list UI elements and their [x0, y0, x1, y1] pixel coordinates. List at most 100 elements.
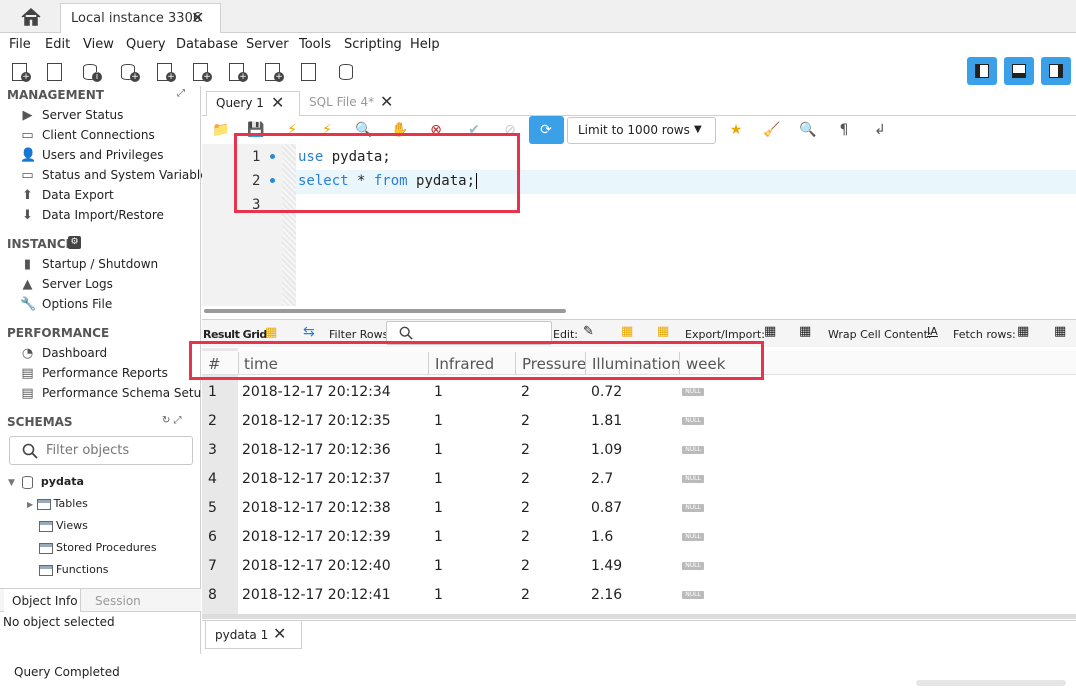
null-badge[interactable]: NULL	[682, 446, 704, 454]
refresh-icon[interactable]: ⇆	[303, 324, 315, 340]
chevron-down-icon: ▼	[694, 124, 702, 135]
create-table-icon[interactable]: +	[154, 61, 176, 83]
power-icon: ▮	[23, 257, 32, 272]
export-import-label: Export/Import:	[685, 328, 765, 341]
menu-bar: File Edit View Query Database Server Too…	[0, 34, 1076, 56]
expand-arrow-icon[interactable]: ▼	[8, 478, 15, 488]
connection-tab[interactable]: Local instance 3306 ✕	[60, 3, 221, 33]
result-tabs: pydata 1 ✕	[202, 620, 1076, 653]
result-grid-label: Result Grid	[203, 328, 267, 341]
menu-scripting[interactable]: Scripting	[344, 37, 402, 52]
monitor-icon: ▭	[21, 168, 34, 183]
reconnect-icon[interactable]	[336, 61, 358, 83]
word-wrap-icon[interactable]: ↲	[870, 120, 890, 140]
tab-object-info[interactable]: Object Info	[4, 589, 81, 612]
annotation-box	[234, 133, 520, 213]
null-badge[interactable]: NULL	[682, 475, 704, 483]
null-badge[interactable]: NULL	[682, 533, 704, 541]
edit-row-icon[interactable]: ✎	[583, 324, 594, 339]
schema-filter[interactable]	[9, 436, 193, 465]
menu-query[interactable]: Query	[126, 37, 166, 52]
filter-rows-label: Filter Rows:	[329, 328, 393, 341]
menu-help[interactable]: Help	[410, 37, 440, 52]
tree-functions[interactable]: Functions	[39, 563, 109, 576]
status-text: Query Completed	[14, 665, 120, 679]
section-instance: INSTANCE	[7, 237, 74, 251]
play-icon: ▶	[22, 108, 33, 123]
toggle-sidebar-button[interactable]	[967, 57, 997, 85]
new-sql-tab-icon[interactable]: +	[9, 61, 31, 83]
fetch-next-icon[interactable]: ▦	[1017, 324, 1029, 339]
connection-tab-label: Local instance 3306	[71, 11, 202, 26]
create-function-icon[interactable]: +	[262, 61, 284, 83]
find-icon[interactable]: 🔍	[798, 120, 818, 140]
tree-stored-procedures[interactable]: Stored Procedures	[39, 541, 157, 554]
table-icon	[39, 542, 53, 554]
search-table-data-icon[interactable]	[298, 61, 320, 83]
tab-session[interactable]: Session	[95, 594, 141, 608]
collapse-arrow-icon[interactable]: ▶	[27, 500, 33, 509]
grid-hscrollbar[interactable]	[202, 614, 1076, 619]
fetch-all-icon[interactable]: ▦	[1054, 324, 1066, 339]
create-procedure-icon[interactable]: +	[226, 61, 248, 83]
report-icon: ▤	[21, 366, 34, 381]
null-badge[interactable]: NULL	[682, 591, 704, 599]
schema-filter-input[interactable]	[46, 443, 186, 458]
null-badge[interactable]: NULL	[682, 417, 704, 425]
create-schema-icon[interactable]: +	[118, 61, 140, 83]
close-icon[interactable]: ✕	[380, 94, 393, 110]
create-view-icon[interactable]: +	[190, 61, 212, 83]
object-info-text: No object selected	[3, 615, 115, 629]
info-tabs: Object Info Session	[0, 588, 201, 612]
inspector-icon[interactable]: i	[80, 61, 102, 83]
report-icon: ▤	[21, 386, 34, 401]
invisible-chars-icon[interactable]: ¶	[834, 120, 854, 140]
editor-scrollbar[interactable]	[204, 309, 566, 313]
close-icon[interactable]: ✕	[271, 95, 284, 111]
search-icon	[399, 326, 413, 340]
export-icon[interactable]: ▦	[764, 324, 776, 339]
table-icon	[36, 498, 51, 510]
status-progress-track	[916, 680, 1066, 686]
menu-view[interactable]: View	[83, 37, 114, 52]
menu-database[interactable]: Database	[176, 37, 238, 52]
tree-views[interactable]: Views	[39, 519, 88, 532]
menu-edit[interactable]: Edit	[45, 37, 70, 52]
grid-icon[interactable]: ▦	[265, 325, 277, 340]
tab-sql-file-4[interactable]: SQL File 4* ✕	[302, 91, 402, 116]
close-icon[interactable]: ✕	[273, 626, 286, 642]
tab-result-pydata-1[interactable]: pydata 1 ✕	[205, 621, 302, 649]
instance-settings-icon[interactable]: ⚙	[68, 236, 81, 249]
toggle-output-button[interactable]	[1004, 57, 1034, 85]
schema-pydata[interactable]: ▼ pydata	[8, 475, 84, 489]
null-badge[interactable]: NULL	[682, 562, 704, 570]
open-file-icon[interactable]: 📁	[211, 120, 231, 140]
table-icon	[39, 564, 53, 576]
beautify-icon[interactable]: 🧹	[762, 120, 782, 140]
add-snippet-icon[interactable]: ★	[726, 120, 746, 140]
limit-rows-select[interactable]: Limit to 1000 rows ▼	[567, 117, 716, 144]
close-icon[interactable]: ✕	[191, 10, 204, 26]
refresh-schemas-icon[interactable]: ↻ ⤢	[162, 415, 182, 426]
database-icon	[22, 475, 34, 489]
import-icon[interactable]: ▦	[799, 324, 811, 339]
tab-query-1[interactable]: Query 1 ✕	[206, 91, 300, 116]
null-badge[interactable]: NULL	[682, 388, 704, 396]
home-icon[interactable]	[20, 7, 42, 27]
menu-tools[interactable]: Tools	[299, 37, 331, 52]
wrap-cell-icon[interactable]: IA	[927, 325, 938, 338]
add-row-icon[interactable]: ▦	[621, 324, 633, 339]
tree-tables[interactable]: ▶ Tables	[27, 497, 88, 510]
import-icon: ⬇	[22, 208, 33, 223]
user-icon: 👤	[20, 148, 37, 163]
null-badge[interactable]: NULL	[682, 504, 704, 512]
dashboard-icon: ◔	[21, 346, 34, 361]
toggle-secondary-sidebar-button[interactable]	[1041, 57, 1071, 85]
annotation-box	[189, 341, 764, 380]
menu-file[interactable]: File	[9, 37, 31, 52]
menu-server[interactable]: Server	[246, 37, 289, 52]
open-sql-script-icon[interactable]	[44, 61, 66, 83]
expand-icon[interactable]: ⤢	[177, 88, 185, 99]
delete-row-icon[interactable]: ▦	[657, 324, 669, 339]
warning-icon: ▲	[22, 277, 33, 292]
